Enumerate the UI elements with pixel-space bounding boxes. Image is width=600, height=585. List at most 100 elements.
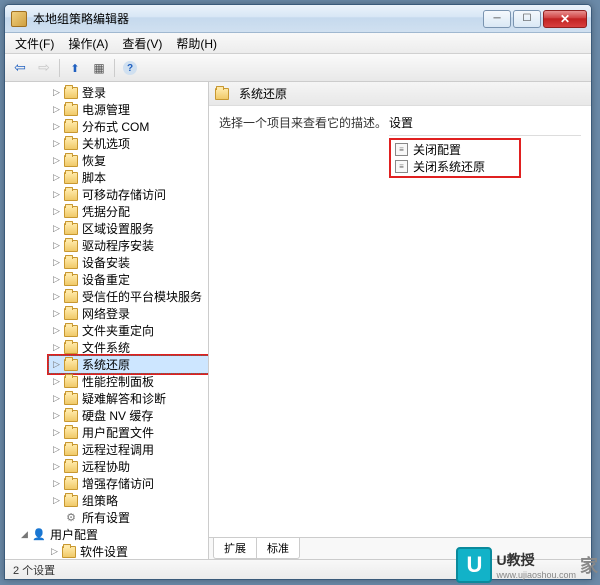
expand-toggle[interactable]: ▷: [51, 121, 62, 132]
tree-item[interactable]: ▷网络登录: [49, 305, 208, 322]
tree-item[interactable]: ▷软件设置: [47, 543, 208, 559]
tree-item[interactable]: ▷恢复: [49, 152, 208, 169]
policy-icon: [395, 143, 408, 156]
menu-action[interactable]: 操作(A): [62, 33, 114, 54]
expand-toggle[interactable]: ▷: [51, 495, 62, 506]
expand-toggle[interactable]: ▷: [51, 189, 62, 200]
menu-help[interactable]: 帮助(H): [170, 33, 223, 54]
folder-icon: [64, 223, 78, 235]
tree-item[interactable]: ▷增强存储访问: [49, 475, 208, 492]
minimize-button[interactable]: ─: [483, 10, 511, 28]
expand-toggle[interactable]: ▷: [51, 359, 62, 370]
folder-icon: [62, 546, 76, 558]
tree-label: 关机选项: [82, 135, 130, 152]
details-pane: 系统还原 选择一个项目来查看它的描述。 设置 关闭配置 关闭系: [209, 82, 591, 559]
expand-toggle[interactable]: ▷: [51, 461, 62, 472]
expand-toggle[interactable]: ▷: [51, 87, 62, 98]
tree-item[interactable]: ▷设备安装: [49, 254, 208, 271]
tree-pane[interactable]: ▷登录▷电源管理▷分布式 COM▷关机选项▷恢复▷脚本▷可移动存储访问▷凭据分配…: [5, 82, 209, 559]
tree-label: 凭据分配: [82, 203, 130, 220]
tree-item[interactable]: ▷远程协助: [49, 458, 208, 475]
folder-icon: [64, 121, 78, 133]
tree-item[interactable]: ▷ 凭据分配: [49, 203, 208, 220]
tree-item-user-config[interactable]: ◢用户配置: [17, 526, 208, 543]
details-body: 选择一个项目来查看它的描述。 设置 关闭配置 关闭系统还原: [209, 106, 591, 537]
nav-back-button[interactable]: [9, 57, 31, 79]
arrow-up-icon: [70, 61, 79, 75]
expand-toggle[interactable]: ▷: [51, 155, 62, 166]
gear-icon: [64, 511, 78, 525]
tree-item[interactable]: ▷文件夹重定向: [49, 322, 208, 339]
menu-file[interactable]: 文件(F): [9, 33, 60, 54]
expand-toggle[interactable]: ▷: [51, 342, 62, 353]
nav-up-button[interactable]: [64, 57, 86, 79]
expand-toggle[interactable]: ▷: [51, 257, 62, 268]
menu-view[interactable]: 查看(V): [116, 33, 168, 54]
collapse-toggle[interactable]: ◢: [19, 529, 30, 540]
settings-column: 设置 关闭配置 关闭系统还原: [389, 114, 581, 529]
folder-icon: [64, 172, 78, 184]
expand-toggle[interactable]: ▷: [51, 291, 62, 302]
expand-toggle[interactable]: ▷: [51, 172, 62, 183]
expand-toggle[interactable]: ▷: [51, 478, 62, 489]
expand-toggle[interactable]: ▷: [51, 274, 62, 285]
tree-label: 设备重定: [82, 271, 130, 288]
folder-icon: [64, 189, 78, 201]
tree-item[interactable]: ▷电源管理: [49, 101, 208, 118]
toolbar-separator: [114, 59, 115, 77]
expand-toggle[interactable]: ▷: [51, 325, 62, 336]
tree-item[interactable]: ▷可移动存储访问: [49, 186, 208, 203]
tree-item[interactable]: ▷ 系统还原: [49, 356, 208, 373]
expand-toggle[interactable]: ▷: [51, 223, 62, 234]
tree-label: 脚本: [82, 169, 106, 186]
window-title: 本地组策略编辑器: [33, 10, 483, 27]
close-button[interactable]: ✕: [543, 10, 587, 28]
expand-toggle[interactable]: ▷: [51, 410, 62, 421]
expand-toggle[interactable]: ▷: [51, 206, 62, 217]
tree-item[interactable]: ▷远程过程调用: [49, 441, 208, 458]
expand-toggle[interactable]: ▷: [51, 308, 62, 319]
expand-toggle[interactable]: ▷: [51, 393, 62, 404]
tree-item[interactable]: ▷疑难解答和诊断: [49, 390, 208, 407]
tree-item[interactable]: ▷区域设置服务: [49, 220, 208, 237]
details-tabs: 扩展 标准: [209, 537, 591, 559]
setting-item[interactable]: 关闭配置: [393, 141, 487, 158]
tree-item-all-settings[interactable]: 所有设置: [49, 509, 208, 526]
folder-icon: [64, 325, 78, 337]
folder-icon: [64, 291, 78, 303]
content-area: ▷登录▷电源管理▷分布式 COM▷关机选项▷恢复▷脚本▷可移动存储访问▷凭据分配…: [5, 82, 591, 559]
tree-label: 性能控制面板: [82, 373, 154, 390]
expand-toggle[interactable]: ▷: [51, 427, 62, 438]
tree-item[interactable]: ▷ 设备重定: [49, 271, 208, 288]
tree-item[interactable]: ▷组策略: [49, 492, 208, 509]
tree-item[interactable]: ▷登录: [49, 84, 208, 101]
expand-toggle[interactable]: ▷: [51, 104, 62, 115]
expand-toggle[interactable]: ▷: [51, 444, 62, 455]
statusbar: 2 个设置: [5, 559, 591, 579]
tab-extended[interactable]: 扩展: [213, 538, 257, 559]
expand-toggle[interactable]: ▷: [51, 376, 62, 387]
tree-item[interactable]: ▷分布式 COM: [49, 118, 208, 135]
tab-standard[interactable]: 标准: [256, 538, 300, 559]
tree-item[interactable]: ▷ 受信任的平台模块服务: [49, 288, 208, 305]
details-header: 系统还原: [209, 82, 591, 106]
tree-label: 硬盘 NV 缓存: [82, 407, 153, 424]
tree-item[interactable]: ▷用户配置文件: [49, 424, 208, 441]
expand-toggle[interactable]: ▷: [51, 240, 62, 251]
expand-toggle[interactable]: ▷: [51, 138, 62, 149]
maximize-button[interactable]: ☐: [513, 10, 541, 28]
titlebar[interactable]: 本地组策略编辑器 ─ ☐ ✕: [5, 5, 591, 33]
tree-item[interactable]: ▷驱动程序安装: [49, 237, 208, 254]
tree-item[interactable]: ▷ 关机选项: [49, 135, 208, 152]
tree-item[interactable]: ▷ 脚本: [49, 169, 208, 186]
tree-item[interactable]: ▷ 硬盘 NV 缓存: [49, 407, 208, 424]
settings-header: 设置: [389, 114, 581, 136]
setting-item[interactable]: 关闭系统还原: [393, 158, 487, 175]
help-button[interactable]: [119, 57, 141, 79]
help-icon: [123, 60, 137, 76]
expand-toggle[interactable]: ▷: [49, 546, 60, 557]
tree-label: 受信任的平台模块服务: [82, 288, 202, 305]
view-mode-button[interactable]: [88, 57, 110, 79]
tree-label: 系统还原: [82, 356, 130, 373]
tree-item[interactable]: ▷ 性能控制面板: [49, 373, 208, 390]
